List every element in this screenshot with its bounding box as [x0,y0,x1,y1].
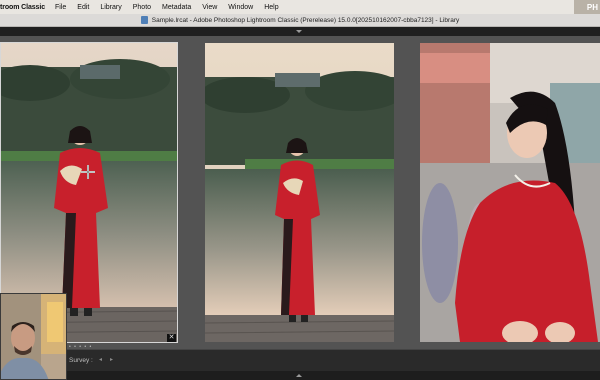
menu-view[interactable]: View [202,4,217,11]
menu-window[interactable]: Window [228,4,253,11]
view-mode-label: Survey : [69,357,93,364]
webcam-overlay [0,293,67,380]
mac-menu-bar: troom Classic File Edit Library Photo Me… [0,0,600,14]
remove-from-survey-icon[interactable]: ✕ [167,334,176,342]
arrow-left-icon[interactable]: ◂ [99,357,107,363]
corner-logo: PH [574,0,600,14]
window-title-bar: Sample.lrcat - Adobe Photoshop Lightroom… [0,14,600,27]
collapse-top-panel-icon[interactable] [296,30,302,33]
survey-photo-3[interactable] [420,43,600,342]
catalog-document-icon [140,16,148,24]
presenter-video [1,294,66,379]
menu-library[interactable]: Library [100,4,121,11]
menu-edit[interactable]: Edit [77,4,89,11]
menu-file[interactable]: File [55,4,66,11]
photo-3-image [420,43,600,342]
survey-workspace: ✕ • • • • • [0,36,600,350]
top-panel-toggle-strip[interactable] [0,27,600,36]
survey-photo-2[interactable] [205,43,394,342]
menu-help[interactable]: Help [264,4,278,11]
menu-metadata[interactable]: Metadata [162,4,191,11]
bottom-panel-toggle-strip[interactable] [0,371,600,380]
collapse-filmstrip-icon[interactable] [296,374,302,377]
photo-2-image [205,43,394,342]
arrow-right-icon[interactable]: ▸ [110,357,118,363]
window-title: Sample.lrcat - Adobe Photoshop Lightroom… [151,16,460,24]
app-menu[interactable]: troom Classic [0,4,45,11]
survey-toolbar: Survey : ◂ ▸ [0,349,600,371]
menu-photo[interactable]: Photo [133,4,151,11]
